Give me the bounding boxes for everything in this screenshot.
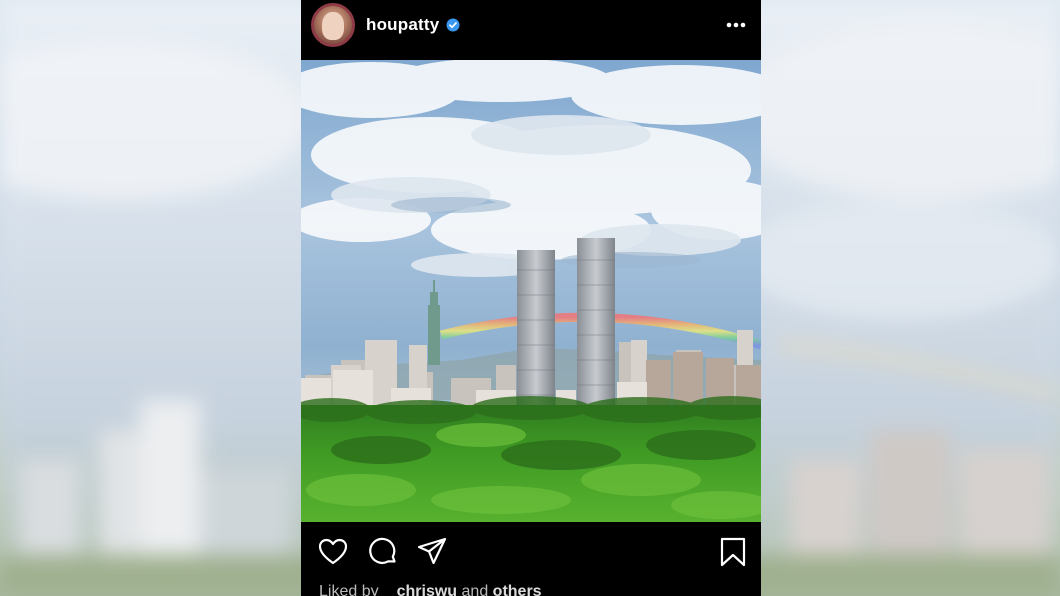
avatar-face: [322, 12, 344, 40]
post-header: houpatty: [301, 0, 761, 60]
username[interactable]: houpatty: [366, 15, 439, 35]
instagram-post: houpatty Liked by chriswu and others: [301, 0, 761, 596]
likes-user-link[interactable]: chriswu: [397, 583, 457, 596]
verified-badge-icon: [446, 18, 460, 32]
share-icon[interactable]: [416, 536, 448, 568]
comment-icon[interactable]: [367, 536, 399, 568]
likes-connector: and: [461, 583, 489, 596]
likes-others-link[interactable]: others: [493, 583, 542, 596]
bookmark-icon[interactable]: [717, 536, 749, 568]
more-options-icon[interactable]: [723, 16, 749, 34]
post-photo[interactable]: [301, 60, 761, 522]
avatar[interactable]: [311, 3, 355, 47]
post-actions: Liked by chriswu and others: [301, 522, 761, 596]
likes-summary: Liked by chriswu and others: [319, 583, 542, 596]
heart-icon[interactable]: [317, 536, 349, 568]
screen: houpatty Liked by chriswu and others: [0, 0, 1060, 596]
likes-prefix: Liked by: [319, 583, 379, 596]
